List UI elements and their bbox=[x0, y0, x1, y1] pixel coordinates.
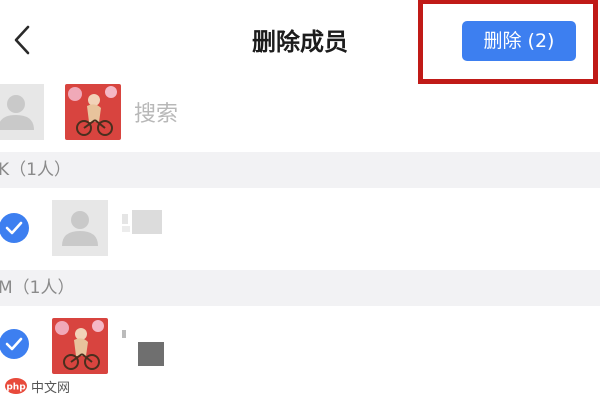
member-row[interactable] bbox=[0, 188, 600, 270]
checked-circle-icon[interactable] bbox=[0, 212, 32, 244]
redaction-blur-icon bbox=[122, 330, 164, 366]
redaction-blur-icon bbox=[122, 210, 162, 234]
delete-button[interactable]: 删除 (2) bbox=[462, 21, 576, 61]
member-name-redacted bbox=[120, 328, 168, 368]
member-avatar-photo bbox=[52, 318, 108, 374]
member-row[interactable] bbox=[0, 306, 600, 388]
selected-avatar-default[interactable] bbox=[0, 84, 44, 140]
php-logo-icon: php bbox=[5, 378, 27, 394]
section-header-label: M（1人） bbox=[0, 278, 75, 298]
person-icon bbox=[0, 95, 34, 130]
photo-avatar-icon bbox=[65, 84, 121, 140]
person-icon bbox=[62, 211, 98, 246]
search-row bbox=[0, 84, 600, 152]
watermark-logo-text: php bbox=[6, 383, 26, 393]
member-avatar-default bbox=[52, 200, 108, 256]
watermark-text: 中文网 bbox=[31, 380, 71, 396]
section-header-m: M（1人） bbox=[0, 270, 600, 306]
watermark: php 中文网 bbox=[4, 376, 70, 396]
member-name-redacted bbox=[120, 208, 164, 236]
section-header-k: K（1人） bbox=[0, 152, 600, 188]
top-bar: 删除成员 删除 (2) bbox=[0, 0, 600, 84]
selected-avatar-photo[interactable] bbox=[65, 84, 121, 140]
search-input[interactable] bbox=[134, 94, 434, 134]
section-header-label: K（1人） bbox=[0, 160, 71, 180]
photo-avatar-icon bbox=[52, 318, 108, 374]
checked-circle-icon[interactable] bbox=[0, 328, 32, 360]
